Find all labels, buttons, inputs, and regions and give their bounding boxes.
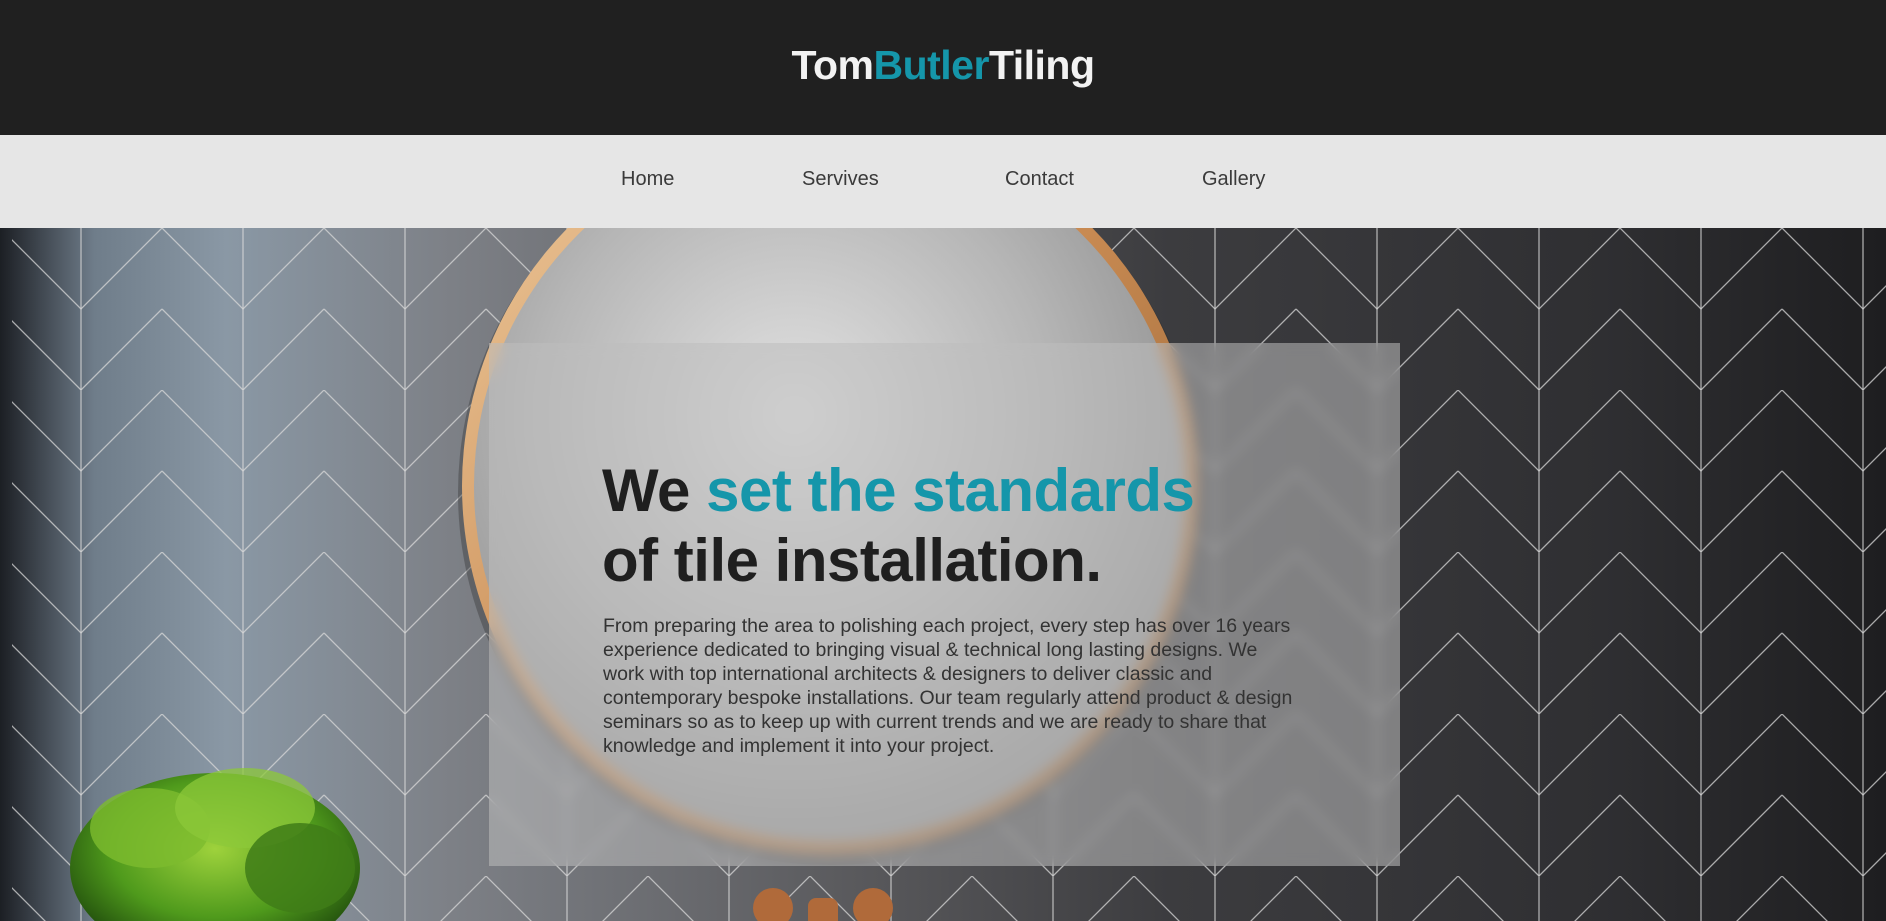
site-header: TomButlerTiling (0, 0, 1886, 135)
logo-part-tiling: Tiling (988, 42, 1095, 88)
nav-services[interactable]: Servives (802, 168, 879, 191)
logo-part-tom: Tom (791, 42, 874, 88)
nav-home[interactable]: Home (621, 168, 674, 191)
headline-accent: set the standards (706, 457, 1195, 524)
main-nav: Home Servives Contact Gallery (0, 135, 1886, 228)
headline-we: We (602, 457, 690, 524)
logo-part-butler: Butler (873, 42, 989, 88)
hero-description: From preparing the area to polishing eac… (603, 615, 1293, 757)
nav-contact[interactable]: Contact (1005, 168, 1074, 191)
hero-section: We set the standards of tile installatio… (0, 228, 1886, 921)
hero-headline: We set the standards of tile installatio… (602, 456, 1362, 596)
brand-logo[interactable]: TomButlerTiling (791, 42, 1095, 89)
headline-line2: of tile installation. (602, 527, 1102, 594)
hero-card: We set the standards of tile installatio… (489, 343, 1400, 866)
nav-gallery[interactable]: Gallery (1202, 168, 1265, 191)
